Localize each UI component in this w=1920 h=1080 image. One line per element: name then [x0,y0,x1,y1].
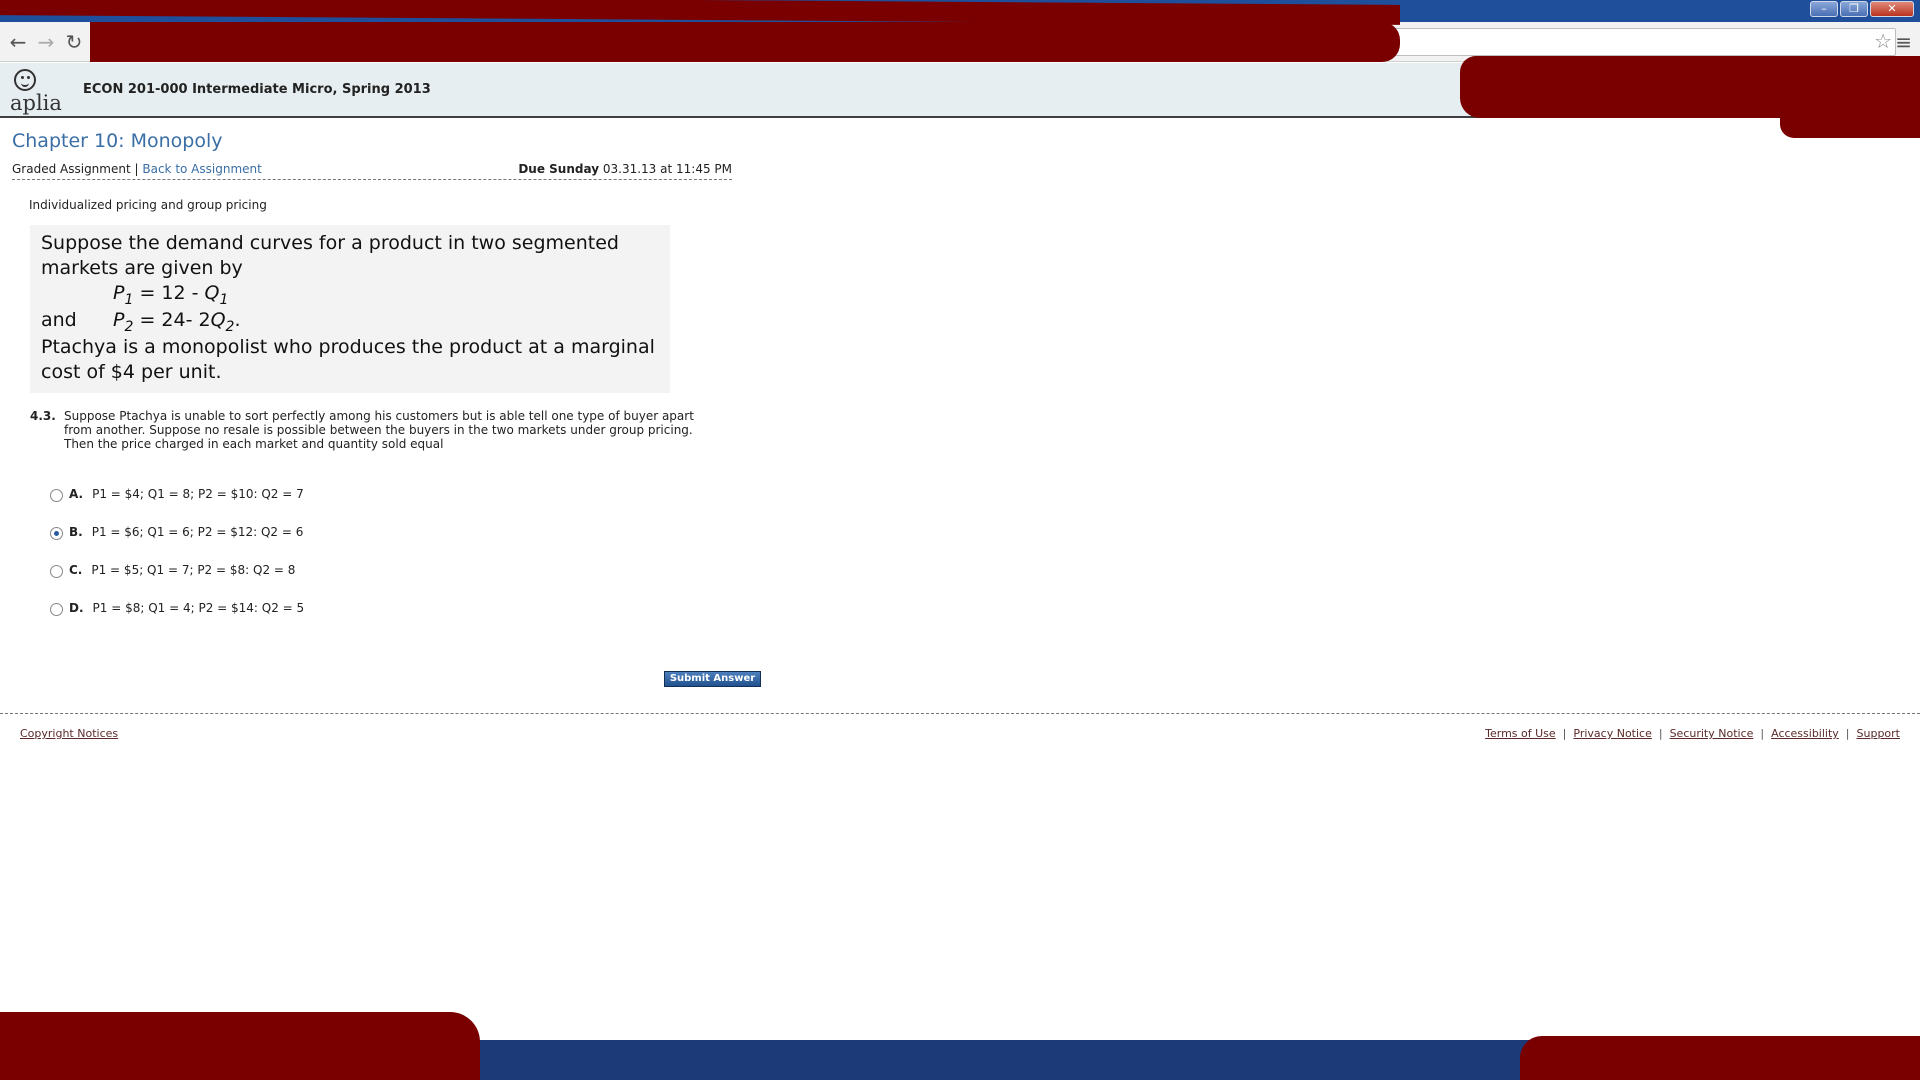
forward-icon[interactable]: → [34,30,58,54]
scenario-outro: Ptachya is a monopolist who produces the… [41,336,655,383]
question-text: Suppose Ptachya is unable to sort perfec… [64,409,694,451]
redaction-mark [0,1012,480,1080]
support-link[interactable]: Support [1857,727,1900,740]
window-controls: – ❐ ✕ [1810,1,1914,17]
meta-separator: | [134,162,139,176]
main-content: Chapter 10: Monopoly Graded Assignment |… [12,130,732,627]
minimize-icon[interactable]: – [1810,1,1838,17]
footer-left: Copyright Notices [20,727,118,740]
redaction-mark [90,22,1400,62]
option-letter: C. [69,563,83,577]
course-title: ECON 201-000 Intermediate Micro, Spring … [83,82,431,97]
bookmark-star-icon[interactable]: ☆ [1874,29,1892,53]
footer-separator: | [1845,727,1850,740]
security-notice-link[interactable]: Security Notice [1670,727,1754,740]
eq1-rhs: = 12 - [139,282,205,304]
option-text: P1 = $8; Q1 = 4; P2 = $14: Q2 = 5 [92,601,305,615]
question-topic: Individualized pricing and group pricing [29,198,267,212]
assignment-type: Graded Assignment [12,162,131,176]
and-word: and [41,309,77,331]
aplia-logo[interactable]: aplia [8,67,72,115]
eq2-rhs: = 24- 2 [139,309,211,331]
footer-separator: | [1760,727,1765,740]
accessibility-link[interactable]: Accessibility [1771,727,1839,740]
eq2-lhs: P [113,309,125,331]
footer-divider [0,713,1920,714]
privacy-notice-link[interactable]: Privacy Notice [1573,727,1651,740]
equation-1: P1 = 12 - Q1 [41,281,660,308]
eq2-tail: . [234,309,241,331]
eq2-lhs-sub: 2 [124,318,134,335]
radio-button[interactable] [50,526,63,540]
footer-links: Terms of Use | Privacy Notice | Security Not… [1485,727,1900,740]
eq1-lhs: P [113,282,125,304]
copyright-notices-link[interactable]: Copyright Notices [20,727,118,740]
radio-button[interactable] [50,488,63,502]
radio-button[interactable] [50,602,63,616]
eq1-lhs-sub: 1 [124,291,134,308]
option-text: P1 = $4; Q1 = 8; P2 = $10: Q2 = 7 [92,487,304,501]
smiley-icon [14,69,36,91]
option-a[interactable]: A. P1 = $4; Q1 = 8; P2 = $10: Q2 = 7 [50,475,732,513]
back-to-assignment-link[interactable]: Back to Assignment [142,162,261,176]
due-date: Due Sunday 03.31.13 at 11:45 PM [518,162,732,176]
footer-separator: | [1658,727,1663,740]
back-icon[interactable]: ← [6,30,30,54]
option-letter: B. [69,525,83,539]
assignment-info: Graded Assignment | Back to Assignment [12,162,262,176]
due-value: 03.31.13 at 11:45 PM [602,162,732,176]
redaction-mark [1780,110,1920,138]
page-title: Chapter 10: Monopoly [12,130,223,152]
eq1-rhs-var: Q [204,282,220,304]
radio-button[interactable] [50,564,63,578]
redaction-mark [1460,56,1920,118]
equation-2-body: P2 = 24- 2Q2. [113,308,241,340]
option-letter: A. [69,487,84,501]
option-letter: D. [69,601,84,615]
equation-2: and P2 = 24- 2Q2. [41,308,660,335]
reload-icon[interactable]: ↻ [62,30,86,54]
submit-answer-button[interactable]: Submit Answer [664,671,761,687]
option-c[interactable]: C. P1 = $5; Q1 = 7; P2 = $8: Q2 = 8 [50,551,732,589]
scenario-box: Suppose the demand curves for a product … [30,225,670,393]
redaction-mark [1520,1036,1920,1080]
browser-menu-icon[interactable]: ≡ [1895,30,1912,54]
close-icon[interactable]: ✕ [1870,1,1914,17]
option-b[interactable]: B. P1 = $6; Q1 = 6; P2 = $12: Q2 = 6 [50,513,732,551]
answer-options: A. P1 = $4; Q1 = 8; P2 = $10: Q2 = 7 B. … [50,475,732,627]
assignment-meta: Graded Assignment | Back to Assignment D… [12,160,732,180]
footer-separator: | [1562,727,1567,740]
eq2-rhs-var: Q [210,309,226,331]
logo-text: aplia [10,91,62,115]
option-text: P1 = $5; Q1 = 7; P2 = $8: Q2 = 8 [91,563,296,577]
question: 4.3. Suppose Ptachya is unable to sort p… [30,409,710,451]
option-text: P1 = $6; Q1 = 6; P2 = $12: Q2 = 6 [91,525,304,539]
eq1-rhs-sub: 1 [219,291,229,308]
terms-of-use-link[interactable]: Terms of Use [1485,727,1556,740]
due-label: Due Sunday [518,162,600,176]
scenario-intro: Suppose the demand curves for a product … [41,232,619,279]
option-d[interactable]: D. P1 = $8; Q1 = 4; P2 = $14: Q2 = 5 [50,589,732,627]
restore-icon[interactable]: ❐ [1840,1,1868,17]
question-number: 4.3. [30,409,56,423]
